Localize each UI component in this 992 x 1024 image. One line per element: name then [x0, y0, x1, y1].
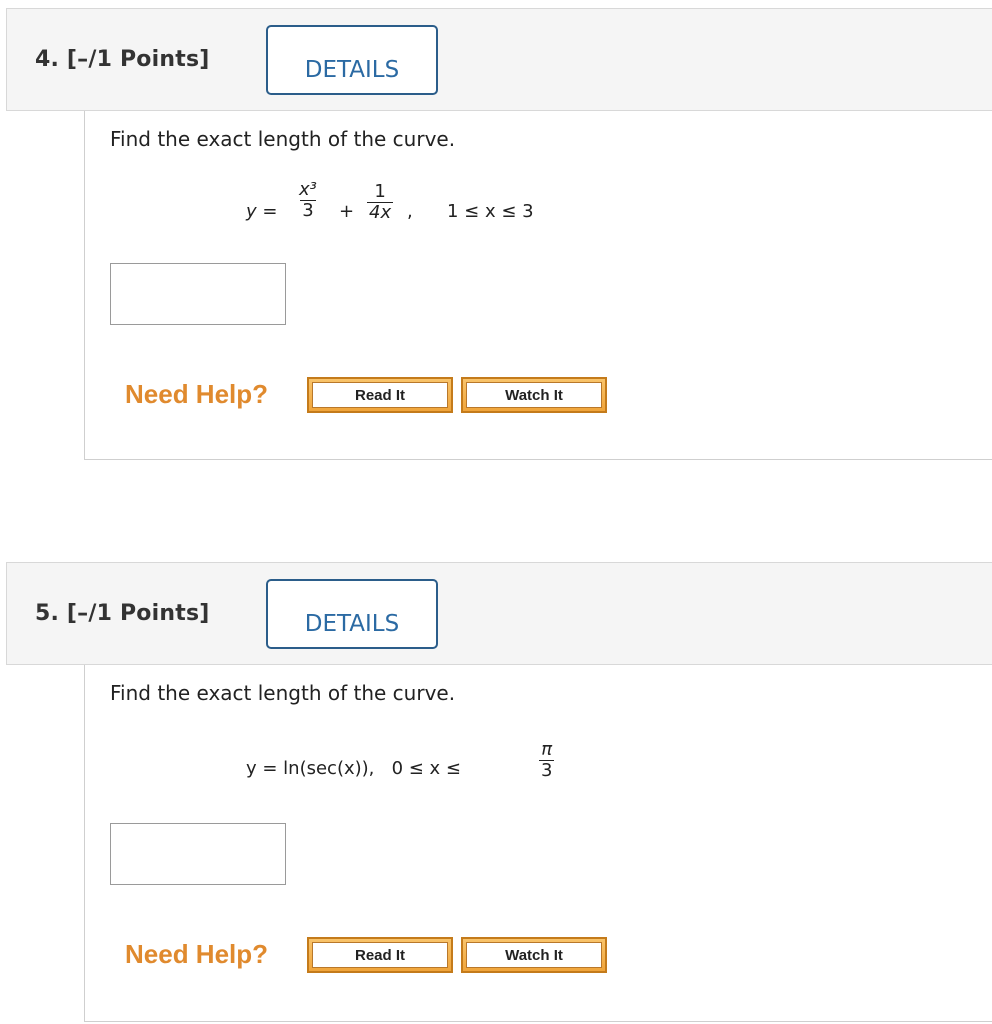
question-prompt: Find the exact length of the curve. [110, 127, 456, 151]
equation-comma: , [407, 201, 413, 222]
question-prompt: Find the exact length of the curve. [110, 681, 456, 705]
equation-lhs: y = [246, 201, 278, 222]
question-5-header: 5. [–/1 Points] DETAILS [6, 562, 992, 665]
read-it-label: Read It [312, 382, 448, 408]
question-4-title: 4. [–/1 Points] [35, 47, 210, 72]
watch-it-button[interactable]: Watch It [461, 937, 607, 973]
watch-it-label: Watch It [466, 382, 602, 408]
fraction-pi-over-3: π 3 [539, 739, 555, 781]
equation-range: 1 ≤ x ≤ 3 [447, 201, 534, 222]
details-button[interactable]: DETAILS [266, 579, 438, 649]
plus-sign: + [339, 201, 355, 222]
read-it-button[interactable]: Read It [307, 937, 453, 973]
watch-it-label: Watch It [466, 942, 602, 968]
answer-input[interactable] [110, 823, 286, 885]
fraction-numerator: 1 [374, 181, 386, 202]
equation-expression: y = ln(sec(x)), 0 ≤ x ≤ [246, 758, 461, 779]
fraction-denominator: 3 [539, 760, 555, 781]
question-5-title: 5. [–/1 Points] [35, 601, 210, 626]
question-4-body: Find the exact length of the curve. y = … [84, 111, 992, 460]
details-button[interactable]: DETAILS [266, 25, 438, 95]
fraction-x3-over-3: x³ 3 [297, 179, 319, 221]
fraction-numerator: x³ [299, 179, 317, 200]
watch-it-button[interactable]: Watch It [461, 377, 607, 413]
need-help-label: Need Help? [125, 379, 269, 409]
question-5-body: Find the exact length of the curve. y = … [84, 665, 992, 1022]
read-it-button[interactable]: Read It [307, 377, 453, 413]
fraction-1-over-4x: 1 4x [367, 181, 394, 223]
read-it-label: Read It [312, 942, 448, 968]
fraction-denominator: 4x [367, 202, 394, 223]
fraction-denominator: 3 [300, 200, 316, 221]
answer-input[interactable] [110, 263, 286, 325]
need-help-label: Need Help? [125, 939, 269, 969]
fraction-numerator: π [541, 739, 553, 760]
question-4-header: 4. [–/1 Points] DETAILS [6, 8, 992, 111]
